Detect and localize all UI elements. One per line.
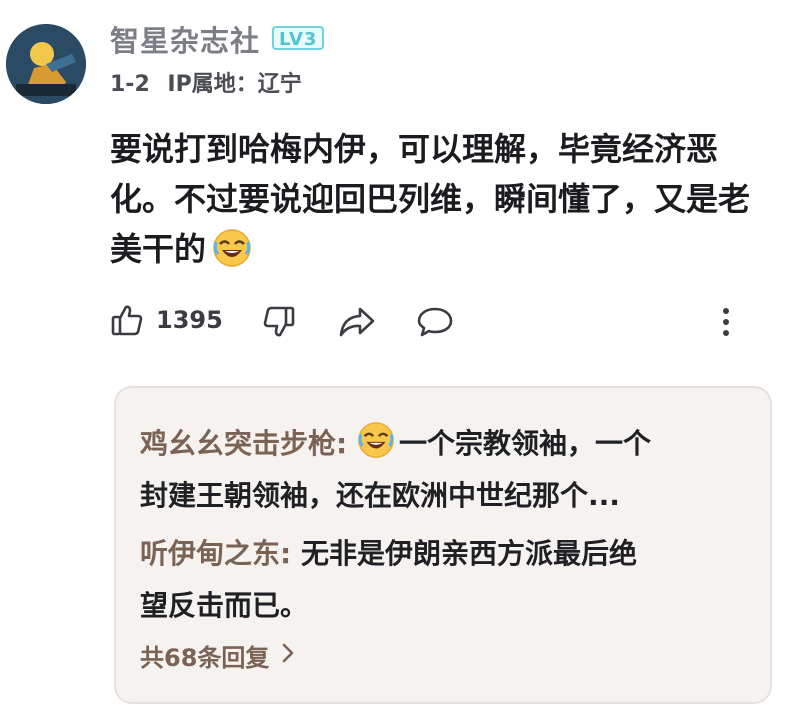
more-button[interactable] — [718, 305, 734, 339]
comment-button[interactable] — [416, 305, 454, 339]
chevron-right-icon — [281, 642, 295, 670]
reply-text: 无非是伊朗亲西方派最后绝 — [300, 537, 637, 570]
reply-preview-card[interactable]: 鸡幺幺突击步枪: 一个宗教领袖，一个封建王朝领袖，还在欧洲中世纪那个... 听伊… — [114, 386, 772, 704]
action-bar: 1395 — [0, 301, 800, 345]
comment-time: 1-2 — [110, 72, 150, 97]
laughing-cry-emoji-icon — [212, 228, 252, 268]
more-vertical-icon — [718, 305, 734, 339]
level-badge: LV3 — [272, 26, 325, 50]
dislike-button[interactable] — [262, 305, 296, 339]
comment-text: 要说打到哈梅内伊，可以理解，毕竟经济恶化。不过要说迎回巴列维，瞬间懂了，又是老美… — [110, 124, 780, 274]
reply-item[interactable]: 鸡幺幺突击步枪: 一个宗教领袖，一个封建王朝领袖，还在欧洲中世纪那个... — [140, 418, 740, 522]
user-name[interactable]: 智星杂志社 — [110, 18, 260, 60]
like-count: 1395 — [156, 306, 223, 334]
reply-separator: : — [336, 427, 357, 460]
reply-author[interactable]: 听伊甸之东 — [140, 537, 280, 570]
reply-count-label: 共68条回复 — [140, 644, 270, 672]
reply-text-continued: 望反击而已。 — [140, 589, 309, 622]
ip-location: IP属地：辽宁 — [167, 72, 302, 97]
reply-author[interactable]: 鸡幺幺突击步枪 — [140, 427, 336, 460]
thumbs-up-icon — [110, 303, 144, 337]
share-icon — [338, 305, 376, 339]
comment-icon — [416, 305, 454, 339]
laughing-cry-emoji-icon — [357, 421, 395, 459]
share-button[interactable] — [338, 305, 376, 339]
comment-text-body: 要说打到哈梅内伊，可以理解，毕竟经济恶化。不过要说迎回巴列维，瞬间懂了，又是老美… — [110, 130, 751, 268]
reply-text-continued: 封建王朝领袖，还在欧洲中世纪那个... — [140, 479, 620, 512]
thumbs-down-icon — [262, 305, 296, 339]
like-button[interactable]: 1395 — [110, 303, 223, 337]
reply-text: 一个宗教领袖，一个 — [398, 427, 651, 460]
avatar[interactable] — [6, 24, 86, 104]
reply-separator: : — [280, 537, 301, 570]
comment-meta: 1-2 IP属地：辽宁 — [110, 66, 302, 98]
view-all-replies-link[interactable]: 共68条回复 — [140, 638, 295, 673]
reply-item[interactable]: 听伊甸之东: 无非是伊朗亲西方派最后绝望反击而已。 — [140, 528, 740, 632]
